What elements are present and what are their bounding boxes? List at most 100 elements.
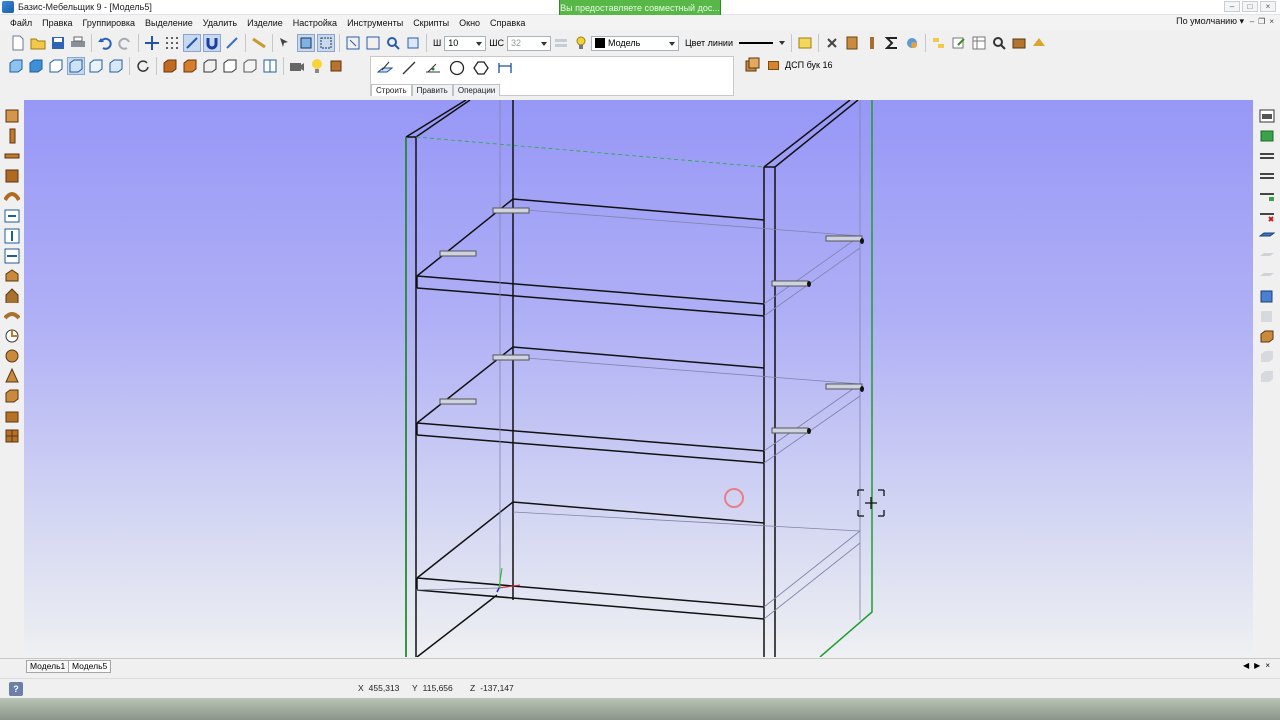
texture-icon[interactable] [1030,34,1048,52]
material-selector[interactable]: ДСП бук 16 [742,56,832,74]
bulb-icon[interactable] [572,34,590,52]
cabinet-wireframe[interactable] [24,100,1253,657]
view-rotate-icon[interactable] [107,57,125,75]
menu-window[interactable]: Окно [454,18,485,28]
tab-prev-icon[interactable]: ◀ [1243,661,1249,670]
step-select[interactable]: 32 [507,35,551,51]
tree-icon[interactable] [930,34,948,52]
save-icon[interactable] [49,34,67,52]
zoom-window-icon[interactable] [364,34,382,52]
undo-icon[interactable] [96,34,114,52]
view-back-icon[interactable] [27,57,45,75]
panel-rect-icon[interactable] [4,168,20,184]
light-icon[interactable] [308,57,326,75]
layers-icon[interactable] [552,34,570,52]
doc-close-button[interactable]: × [1269,17,1274,26]
doc-restore-button[interactable]: ❐ [1258,17,1265,26]
close-button[interactable]: × [1260,1,1276,12]
camera-icon[interactable] [288,57,306,75]
render-outline-icon[interactable] [241,57,259,75]
tab-operations[interactable]: Операции [452,84,501,96]
open-folder-icon[interactable] [29,34,47,52]
arch-icon[interactable] [4,288,20,304]
menu-delete[interactable]: Удалить [198,18,242,28]
view-iso-icon[interactable] [67,57,85,75]
zoom-fit-icon[interactable] [344,34,362,52]
cut-icon[interactable] [823,34,841,52]
maximize-button[interactable]: □ [1242,1,1258,12]
menu-file[interactable]: Файл [0,18,37,28]
menu-settings[interactable]: Настройка [288,18,342,28]
line-snap-icon[interactable] [223,34,241,52]
slide-icon[interactable] [1259,228,1275,244]
block-icon[interactable] [1010,34,1028,52]
sphere-icon[interactable] [4,348,20,364]
polyline-tool-icon[interactable] [424,59,442,77]
menu-edit[interactable]: Правка [37,18,77,28]
rotate-body-icon[interactable] [4,328,20,344]
render-shaded-icon[interactable] [181,57,199,75]
menu-select[interactable]: Выделение [140,18,198,28]
redo-icon[interactable] [116,34,134,52]
zoom-icon[interactable] [384,34,402,52]
frame-select-icon[interactable] [317,34,335,52]
menu-help[interactable]: Справка [485,18,530,28]
snap-node-icon[interactable] [143,34,161,52]
zoom-extents-icon[interactable] [404,34,422,52]
preset-select[interactable]: По умолчанию ▾ [1176,16,1244,27]
table-icon[interactable] [970,34,988,52]
shelf-add-icon[interactable] [1259,188,1275,204]
window-frame-icon[interactable] [1259,108,1275,124]
view-front-icon[interactable] [7,57,25,75]
tab-model1[interactable]: Модель1 [26,660,70,673]
drawer-icon[interactable] [1259,328,1275,344]
new-file-icon[interactable] [9,34,27,52]
menu-product[interactable]: Изделие [242,18,288,28]
tab-edit[interactable]: Править [411,84,453,96]
ortho-icon[interactable] [183,34,201,52]
measure-icon[interactable] [250,34,268,52]
width-select[interactable]: 10 [444,35,487,51]
fasteners-icon[interactable] [863,34,881,52]
print-icon[interactable] [69,34,87,52]
menu-scripts[interactable]: Скрипты [408,18,454,28]
view-top-icon[interactable] [87,57,105,75]
doc-minimize-button[interactable]: – [1250,17,1254,26]
layer-select[interactable]: Модель [591,35,679,51]
material-pick-icon[interactable] [328,57,346,75]
facade-icon[interactable] [4,428,20,444]
tab-next-icon[interactable]: ▶ [1254,661,1260,670]
note-icon[interactable] [796,34,814,52]
panel-vertical-icon[interactable] [4,128,20,144]
board-icon[interactable] [4,388,20,404]
inspect-icon[interactable] [990,34,1008,52]
panel-icon[interactable] [743,56,761,74]
line-style-select[interactable] [736,36,788,51]
cabinet-icon[interactable] [843,34,861,52]
polygon-tool-icon[interactable] [472,59,490,77]
refresh-icon[interactable] [134,57,152,75]
shelf-support-icon[interactable] [1259,148,1275,164]
add-panel-icon[interactable] [1259,128,1275,144]
grid-icon[interactable] [163,34,181,52]
view-cursor-icon[interactable] [277,34,295,52]
menu-group[interactable]: Группировка [78,18,140,28]
menu-tools[interactable]: Инструменты [342,18,408,28]
profile-icon[interactable] [4,208,20,224]
minimize-button[interactable]: – [1224,1,1240,12]
box-icon[interactable] [4,408,20,424]
tab-model5[interactable]: Модель5 [68,660,112,673]
shelf-support-2-icon[interactable] [1259,168,1275,184]
extrude-icon[interactable] [4,268,20,284]
profile-h-icon[interactable] [4,248,20,264]
cone-icon[interactable] [4,368,20,384]
render-wire-icon[interactable] [201,57,219,75]
sum-icon[interactable] [883,34,901,52]
sketch-plane-icon[interactable] [376,59,394,77]
help-icon[interactable]: ? [9,682,23,696]
panel-curve-icon[interactable] [4,188,20,204]
dimension-tool-icon[interactable] [496,59,514,77]
panel-front-icon[interactable] [4,108,20,124]
panel-horizontal-icon[interactable] [4,148,20,164]
circle-tool-icon[interactable] [448,59,466,77]
